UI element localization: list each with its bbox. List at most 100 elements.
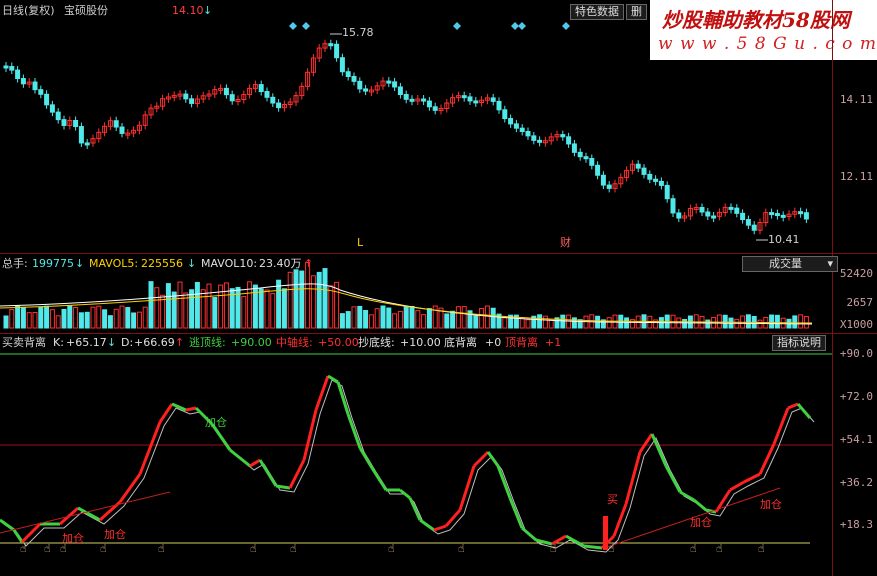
- volume-bar: [368, 314, 374, 329]
- tab-delete[interactable]: 删: [626, 4, 647, 20]
- volume-bar: [432, 305, 438, 329]
- hand-pointer-icon: ☝: [158, 542, 165, 555]
- k-line-segment: [796, 403, 812, 419]
- candle-body: [577, 151, 583, 158]
- volume-bar: [716, 314, 722, 329]
- candle-body: [334, 43, 340, 59]
- candle-body: [44, 93, 50, 106]
- volume-bar: [154, 287, 160, 329]
- candle-body: [392, 81, 398, 88]
- low-price-label: 10.41: [768, 233, 800, 246]
- k-line-segment: [336, 381, 350, 415]
- hand-pointer-icon: ☝: [458, 542, 465, 555]
- k-line-segment: [346, 413, 362, 449]
- volume-bar: [322, 268, 328, 329]
- k-line-segment: [787, 402, 799, 410]
- candle-body: [73, 120, 79, 128]
- indicator-axis-label: +72.0: [839, 390, 873, 403]
- volume-bar: [339, 313, 345, 329]
- volume-bar: [171, 291, 177, 329]
- volume-bar: [798, 314, 804, 329]
- candle-body: [421, 98, 427, 102]
- volume-bar: [165, 283, 171, 329]
- k-line-segment: [679, 490, 695, 502]
- volume-bar: [397, 310, 403, 329]
- candle-body: [647, 173, 653, 180]
- volume-bar: [757, 319, 763, 329]
- volume-bar: [490, 307, 496, 329]
- volume-bar: [357, 305, 363, 329]
- volume-bar: [252, 284, 258, 329]
- k-line-segment: [302, 409, 318, 461]
- volume-bar: [542, 315, 548, 329]
- volume-bar: [49, 309, 55, 329]
- volume-bar: [548, 319, 554, 329]
- volume-bar: [606, 317, 612, 329]
- k-line-segment: [650, 433, 668, 467]
- candle-body: [525, 131, 531, 137]
- annotation-buy: 买: [607, 493, 618, 506]
- k-line-segment: [729, 480, 745, 492]
- volume-bar: [722, 314, 728, 329]
- k-line-segment: [370, 467, 388, 491]
- event-marker-l[interactable]: L: [357, 236, 363, 250]
- hand-pointer-icon: ☝: [690, 542, 697, 555]
- annotation-add-position: 加仓: [104, 528, 126, 541]
- candle-body: [670, 198, 676, 214]
- volume-bar: [26, 312, 32, 329]
- candle-body: [189, 98, 195, 104]
- volume-bar: [189, 289, 195, 329]
- candle-body: [751, 224, 757, 231]
- volume-bar: [287, 271, 293, 329]
- annotation-add-position: 加仓: [205, 416, 227, 429]
- volume-bar: [351, 306, 357, 329]
- k-line-segment: [583, 544, 603, 550]
- volume-bar: [78, 312, 84, 329]
- volume-bar: [3, 315, 9, 329]
- volume-bar: [96, 305, 102, 329]
- volume-bar: [200, 289, 206, 329]
- candle-body: [20, 78, 26, 85]
- hand-pointer-icon: ☝: [388, 542, 395, 555]
- candle-body: [745, 219, 751, 226]
- candle-body: [728, 206, 734, 210]
- volume-bar: [502, 317, 508, 329]
- volume-bar: [206, 283, 212, 329]
- volume-bar: [107, 315, 113, 329]
- volume-bar: [745, 314, 751, 329]
- volume-bar: [803, 316, 809, 329]
- k-line-segment: [185, 406, 197, 412]
- candle-body: [258, 84, 264, 93]
- volume-bar: [316, 271, 322, 329]
- volume-bar: [392, 313, 398, 329]
- candle-body: [734, 207, 740, 214]
- volume-bar: [386, 307, 392, 329]
- candle-body: [513, 123, 519, 129]
- candle-body: [339, 57, 345, 73]
- candle-body: [705, 211, 711, 217]
- hand-pointer-icon: ☝: [290, 542, 297, 555]
- volume-panel[interactable]: [0, 254, 832, 333]
- volume-bar: [142, 306, 148, 329]
- event-marker-finance[interactable]: 财: [560, 236, 571, 250]
- volume-bar: [461, 306, 467, 329]
- stock-name: 宝硕股份: [64, 4, 108, 17]
- volume-bar: [537, 314, 543, 329]
- signal-diamond-icon: [302, 22, 310, 30]
- candle-body: [264, 91, 270, 98]
- volume-bar: [484, 305, 490, 329]
- tab-feature-data[interactable]: 特色数据: [570, 4, 624, 20]
- candle-body: [113, 120, 119, 128]
- candle-body: [363, 88, 369, 92]
- trend-line: [0, 491, 171, 534]
- candle-body: [600, 174, 606, 186]
- volume-bar: [67, 305, 73, 329]
- candle-body: [345, 71, 351, 77]
- k-line-segment: [638, 433, 654, 453]
- candle-body: [397, 86, 403, 95]
- volume-bar: [444, 313, 450, 329]
- k-line-segment: [433, 524, 447, 532]
- volume-bar: [44, 305, 50, 329]
- volume-bar: [792, 315, 798, 329]
- price-arrow-icon: ↓: [203, 4, 213, 17]
